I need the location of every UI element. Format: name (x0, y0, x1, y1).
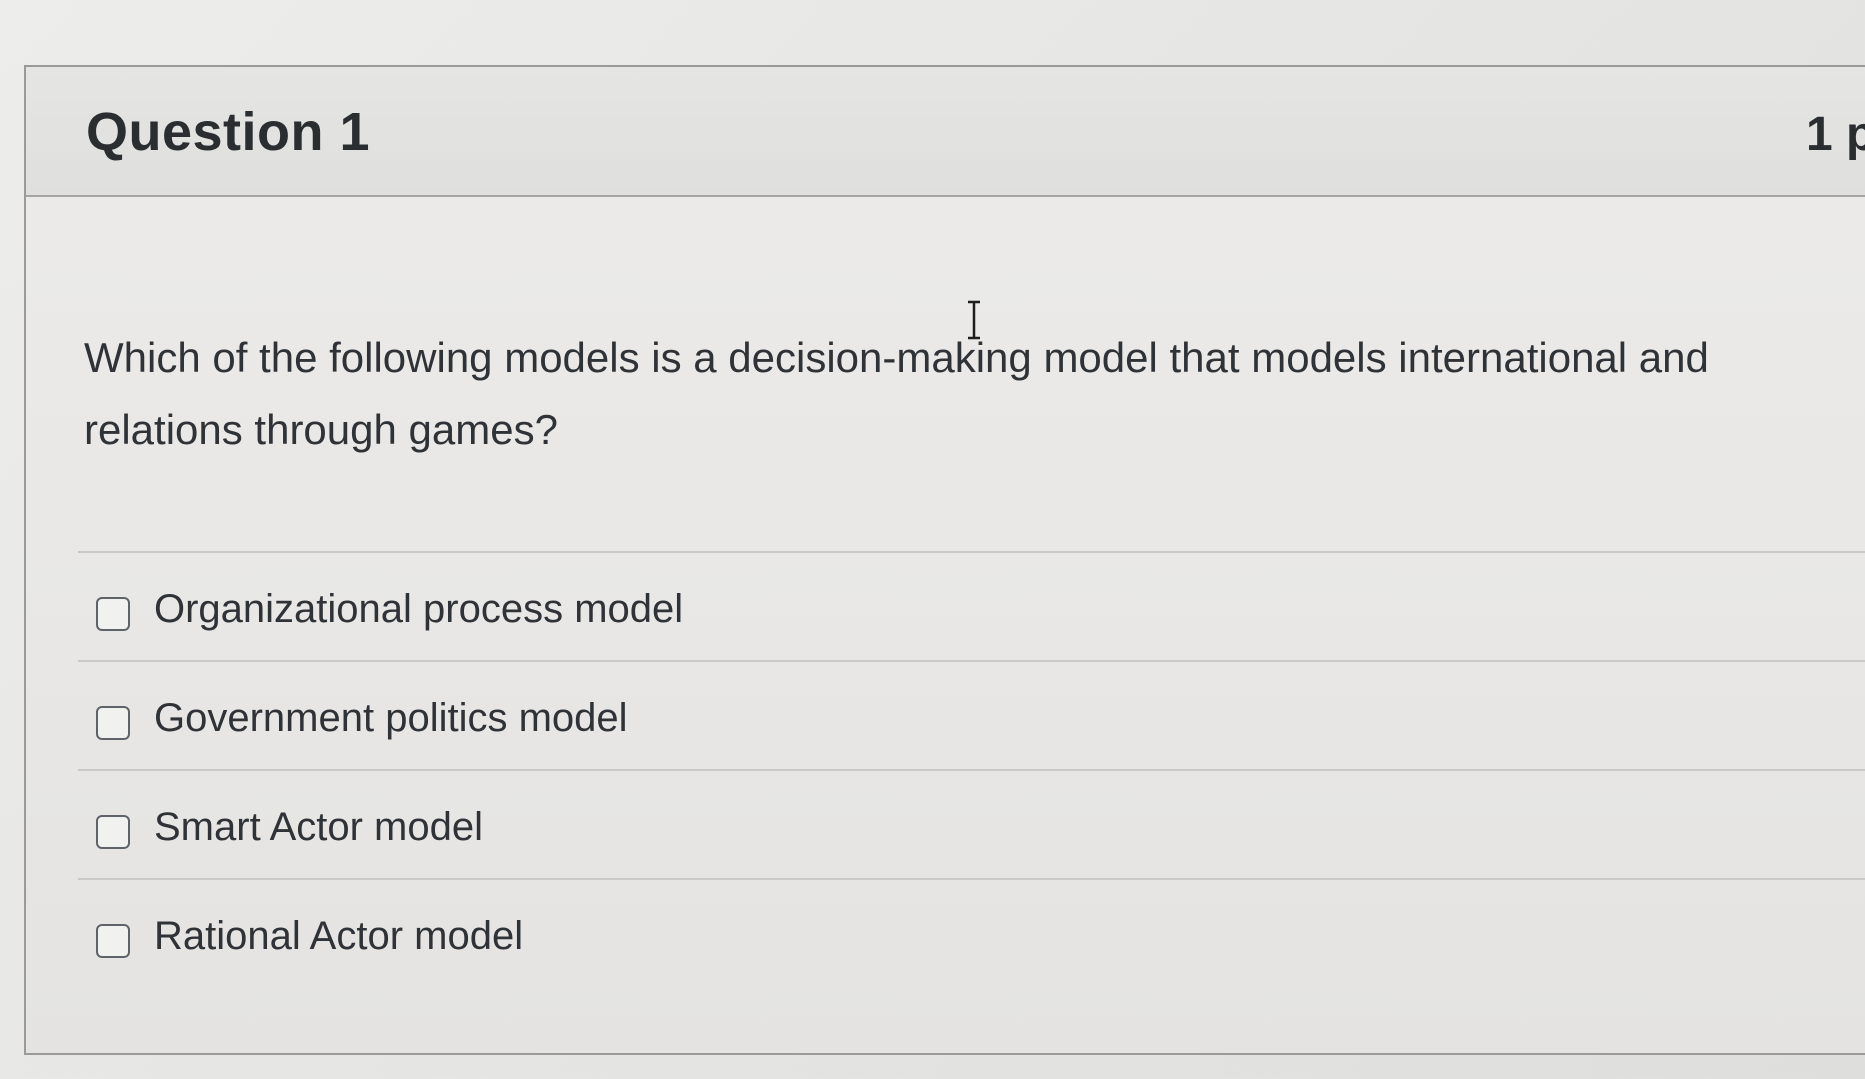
question-text-line-2: relations through games? (84, 406, 558, 453)
question-points: 1 p (1806, 108, 1865, 161)
question-text: Which of the following models is a decis… (84, 322, 1865, 466)
question-card: Question 1 1 p Which of the following mo… (24, 65, 1865, 1055)
checkbox-icon[interactable] (96, 815, 130, 849)
answer-label[interactable]: Government politics model (154, 696, 628, 741)
checkbox-icon[interactable] (96, 924, 130, 958)
checkbox-icon[interactable] (96, 706, 130, 740)
answer-option-government-politics[interactable]: Government politics model (78, 660, 1865, 769)
answer-label[interactable]: Organizational process model (154, 587, 683, 632)
answer-label[interactable]: Smart Actor model (154, 805, 483, 850)
text-cursor-icon (968, 300, 980, 340)
answer-option-rational-actor[interactable]: Rational Actor model (78, 878, 1865, 987)
answer-list: Organizational process model Government … (78, 551, 1865, 987)
answer-label[interactable]: Rational Actor model (154, 914, 523, 959)
checkbox-icon[interactable] (96, 597, 130, 631)
answer-option-smart-actor[interactable]: Smart Actor model (78, 769, 1865, 878)
question-title: Question 1 (86, 102, 371, 162)
answer-option-organizational-process[interactable]: Organizational process model (78, 551, 1865, 660)
question-header: Question 1 1 p (26, 67, 1865, 197)
